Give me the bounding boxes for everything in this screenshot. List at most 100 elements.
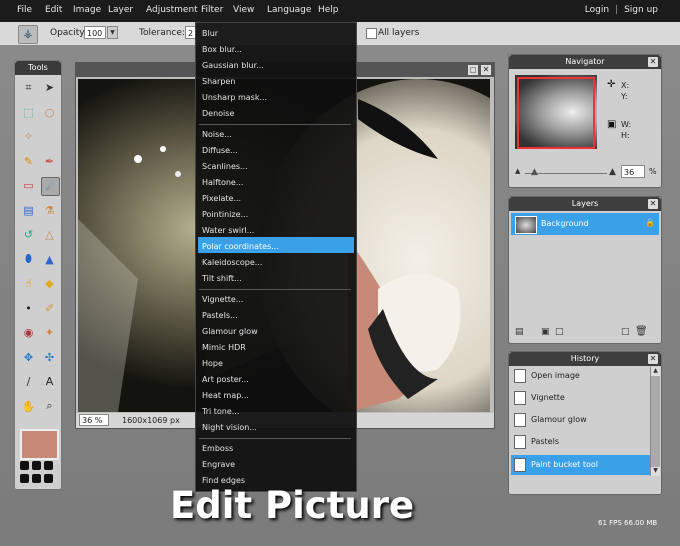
scroll-up-icon[interactable]: ▲ xyxy=(651,367,660,376)
sharpen-icon[interactable]: △ xyxy=(41,226,58,243)
filter-menu-item[interactable]: Polar coordinates... xyxy=(202,242,279,251)
navigator-thumbnail[interactable] xyxy=(515,75,597,149)
filter-menu-item[interactable]: Blur xyxy=(202,29,218,38)
color-replace-icon[interactable]: ↺ xyxy=(20,226,37,243)
filter-menu-item[interactable]: Diffuse... xyxy=(202,146,238,155)
filter-menu-item[interactable]: Pixelate... xyxy=(202,194,241,203)
spot-icon[interactable]: ✦ xyxy=(41,324,58,341)
zoom-slider-handle[interactable]: ▲ xyxy=(531,167,538,177)
filter-menu-item[interactable]: Engrave xyxy=(202,460,235,469)
zoom-value: 36 xyxy=(82,416,93,425)
history-item[interactable]: Pastels xyxy=(514,432,654,452)
layers-close-icon[interactable]: ✕ xyxy=(648,199,658,209)
filter-menu-item[interactable]: Glamour glow xyxy=(202,327,258,336)
hand-icon[interactable]: ✋ xyxy=(20,398,37,415)
filter-menu-item[interactable]: Water swirl... xyxy=(202,226,254,235)
filter-menu-item[interactable]: Art poster... xyxy=(202,375,249,384)
maximize-icon[interactable]: □ xyxy=(468,65,478,75)
filter-menu-item[interactable]: Emboss xyxy=(202,444,233,453)
filter-menu-item[interactable]: Tilt shift... xyxy=(202,274,242,283)
triangle-icon[interactable]: ▲ xyxy=(41,251,58,268)
filter-menu-item[interactable]: Sharpen xyxy=(202,77,235,86)
pen-icon[interactable]: ✐ xyxy=(41,300,58,317)
layer-style-icon[interactable]: □ xyxy=(555,327,564,337)
login-link[interactable]: Login xyxy=(585,5,609,15)
history-scrollbar[interactable]: ▲ ▼ xyxy=(650,367,660,476)
pencil-icon[interactable]: ✎ xyxy=(20,153,37,170)
stamp-icon[interactable]: ⚗ xyxy=(41,202,58,219)
filter-menu-item[interactable]: Mimic HDR xyxy=(202,343,246,352)
move-icon[interactable]: ➤ xyxy=(41,79,58,96)
history-item[interactable]: Open image xyxy=(514,366,654,386)
trash-icon[interactable]: 🗑 xyxy=(635,326,648,337)
tool-presets-button[interactable] xyxy=(20,461,55,483)
eraser-icon[interactable]: ▭ xyxy=(20,177,37,194)
history-item-selected[interactable]: Paint bucket tool xyxy=(511,455,652,475)
marquee-icon[interactable]: ⬚ xyxy=(20,104,37,121)
lasso-icon[interactable]: ○ xyxy=(41,104,58,121)
filter-menu-item[interactable]: Unsharp mask... xyxy=(202,93,267,102)
navigator-close-icon[interactable]: ✕ xyxy=(648,57,658,67)
menu-image[interactable]: Image xyxy=(73,5,101,15)
text-icon[interactable]: A xyxy=(41,373,58,390)
filter-menu-item[interactable]: Night vision... xyxy=(202,423,257,432)
menu-language[interactable]: Language xyxy=(267,5,311,15)
navigator-zoom-input[interactable]: 36 xyxy=(621,165,645,178)
history-close-icon[interactable]: ✕ xyxy=(648,354,658,364)
menu-help[interactable]: Help xyxy=(318,5,339,15)
opacity-dropdown[interactable]: ▼ xyxy=(107,26,118,39)
zoom-icon[interactable]: ⌕ xyxy=(41,398,58,415)
layers-title: Layers xyxy=(509,197,661,211)
bucket-icon[interactable]: ☄ xyxy=(41,177,60,196)
filter-menu-item[interactable]: Denoise xyxy=(202,109,234,118)
menu-edit[interactable]: Edit xyxy=(45,5,62,15)
menu-view[interactable]: View xyxy=(233,5,254,15)
menu-layer[interactable]: Layer xyxy=(108,5,133,15)
zoom-in-icon[interactable]: ▲ xyxy=(609,167,616,177)
scroll-down-icon[interactable]: ▼ xyxy=(651,467,660,476)
tool-slot[interactable] xyxy=(41,128,58,145)
menu-adjustment[interactable]: Adjustment xyxy=(146,5,198,15)
filter-menu-item[interactable]: Heat map... xyxy=(202,391,249,400)
filter-menu-item[interactable]: Pointinize... xyxy=(202,210,248,219)
filter-menu-item[interactable]: Box blur... xyxy=(202,45,242,54)
move-arrows-icon[interactable]: ✥ xyxy=(20,349,37,366)
opacity-input[interactable]: 100 xyxy=(84,26,106,39)
filter-menu-item[interactable]: Pastels... xyxy=(202,311,238,320)
filter-menu-item[interactable]: Gaussian blur... xyxy=(202,61,264,70)
filter-menu-item[interactable]: Noise... xyxy=(202,130,232,139)
menu-filter[interactable]: Filter xyxy=(201,5,223,15)
history-title: History xyxy=(509,352,661,366)
layer-settings-icon[interactable]: ▤ xyxy=(515,327,524,337)
gradient-icon[interactable]: ▤ xyxy=(20,202,37,219)
filter-menu-item[interactable]: Kaleidoscope... xyxy=(202,258,262,267)
filter-menu-item[interactable]: Hope xyxy=(202,359,223,368)
filter-menu-item[interactable]: Vignette... xyxy=(202,295,243,304)
layer-row[interactable]: Background 🔒 xyxy=(511,213,659,235)
fit-icon[interactable]: ✣ xyxy=(41,349,58,366)
eyedropper-icon[interactable]: • xyxy=(20,300,37,317)
new-layer-icon[interactable]: □ xyxy=(621,327,630,337)
history-item[interactable]: Vignette xyxy=(514,388,654,408)
drop-icon[interactable]: ⬮ xyxy=(20,251,37,268)
redeye-icon[interactable]: ◉ xyxy=(20,324,37,341)
brush-icon[interactable]: ✒ xyxy=(41,153,58,170)
primary-color-swatch[interactable] xyxy=(20,429,59,460)
signup-link[interactable]: Sign up xyxy=(624,5,658,15)
filter-menu-item[interactable]: Scanlines... xyxy=(202,162,248,171)
line-icon[interactable]: ∕ xyxy=(20,373,37,390)
close-icon[interactable]: ✕ xyxy=(481,65,491,75)
zoom-input[interactable]: 36 % xyxy=(79,414,109,426)
wand-icon[interactable]: ✧ xyxy=(20,128,37,145)
sponge-icon[interactable]: ◆ xyxy=(41,275,58,292)
all-layers-checkbox[interactable] xyxy=(366,28,377,39)
zoom-out-icon[interactable]: ▲ xyxy=(515,167,520,175)
layer-mask-icon[interactable]: ▣ xyxy=(541,327,550,337)
smudge-icon[interactable]: ☝ xyxy=(20,275,37,292)
history-item[interactable]: Glamour glow xyxy=(514,410,654,430)
menu-file[interactable]: File xyxy=(17,5,32,15)
filter-menu-item[interactable]: Halftone... xyxy=(202,178,243,187)
preset-dot xyxy=(32,473,41,483)
filter-menu-item[interactable]: Tri tone... xyxy=(202,407,239,416)
crop-icon[interactable]: ⌗ xyxy=(20,79,37,96)
